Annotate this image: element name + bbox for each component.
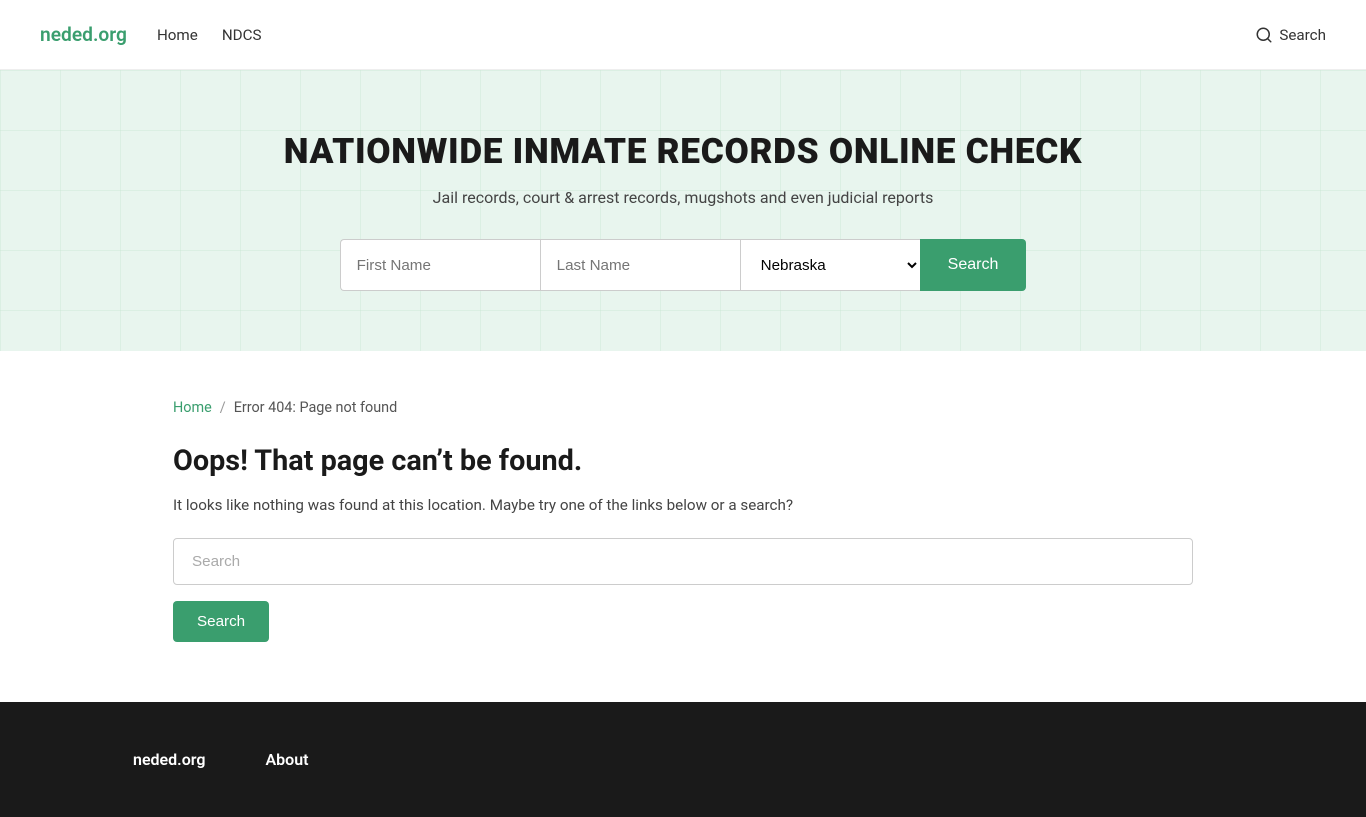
first-name-input[interactable] xyxy=(340,239,540,291)
footer-inner: neded.org About xyxy=(133,750,1233,769)
error-description: It looks like nothing was found at this … xyxy=(173,496,1193,514)
hero-subtitle: Jail records, court & arrest records, mu… xyxy=(20,188,1346,207)
breadcrumb-separator: / xyxy=(220,399,226,416)
breadcrumb: Home / Error 404: Page not found xyxy=(173,399,1193,416)
error-title: Oops! That page can’t be found. xyxy=(173,444,1193,478)
page-search-input[interactable] xyxy=(173,538,1193,585)
hero-search-button[interactable]: Search xyxy=(920,239,1027,291)
page-search-button[interactable]: Search xyxy=(173,601,269,642)
site-logo[interactable]: neded.org xyxy=(40,23,127,46)
main-content: Home / Error 404: Page not found Oops! T… xyxy=(133,351,1233,702)
main-nav: Home NDCS xyxy=(157,26,1255,44)
last-name-input[interactable] xyxy=(540,239,740,291)
nav-home[interactable]: Home xyxy=(157,26,198,44)
nav-ndcs[interactable]: NDCS xyxy=(222,26,262,44)
hero-search-form: AlabamaAlaskaArizonaArkansasCaliforniaCo… xyxy=(283,239,1083,291)
breadcrumb-current: Error 404: Page not found xyxy=(234,399,398,416)
hero-section: NATIONWIDE INMATE RECORDS ONLINE CHECK J… xyxy=(0,70,1366,351)
header-search-button[interactable]: Search xyxy=(1255,26,1326,44)
footer-about-heading: About xyxy=(265,750,308,769)
site-footer: neded.org About xyxy=(0,702,1366,817)
breadcrumb-home[interactable]: Home xyxy=(173,399,212,416)
hero-title: NATIONWIDE INMATE RECORDS ONLINE CHECK xyxy=(20,130,1346,172)
header-search-label: Search xyxy=(1279,26,1326,44)
footer-brand: neded.org xyxy=(133,750,205,769)
search-icon xyxy=(1255,26,1273,44)
site-header: neded.org Home NDCS Search xyxy=(0,0,1366,70)
state-select[interactable]: AlabamaAlaskaArizonaArkansasCaliforniaCo… xyxy=(740,239,920,291)
footer-about: About xyxy=(265,750,308,769)
